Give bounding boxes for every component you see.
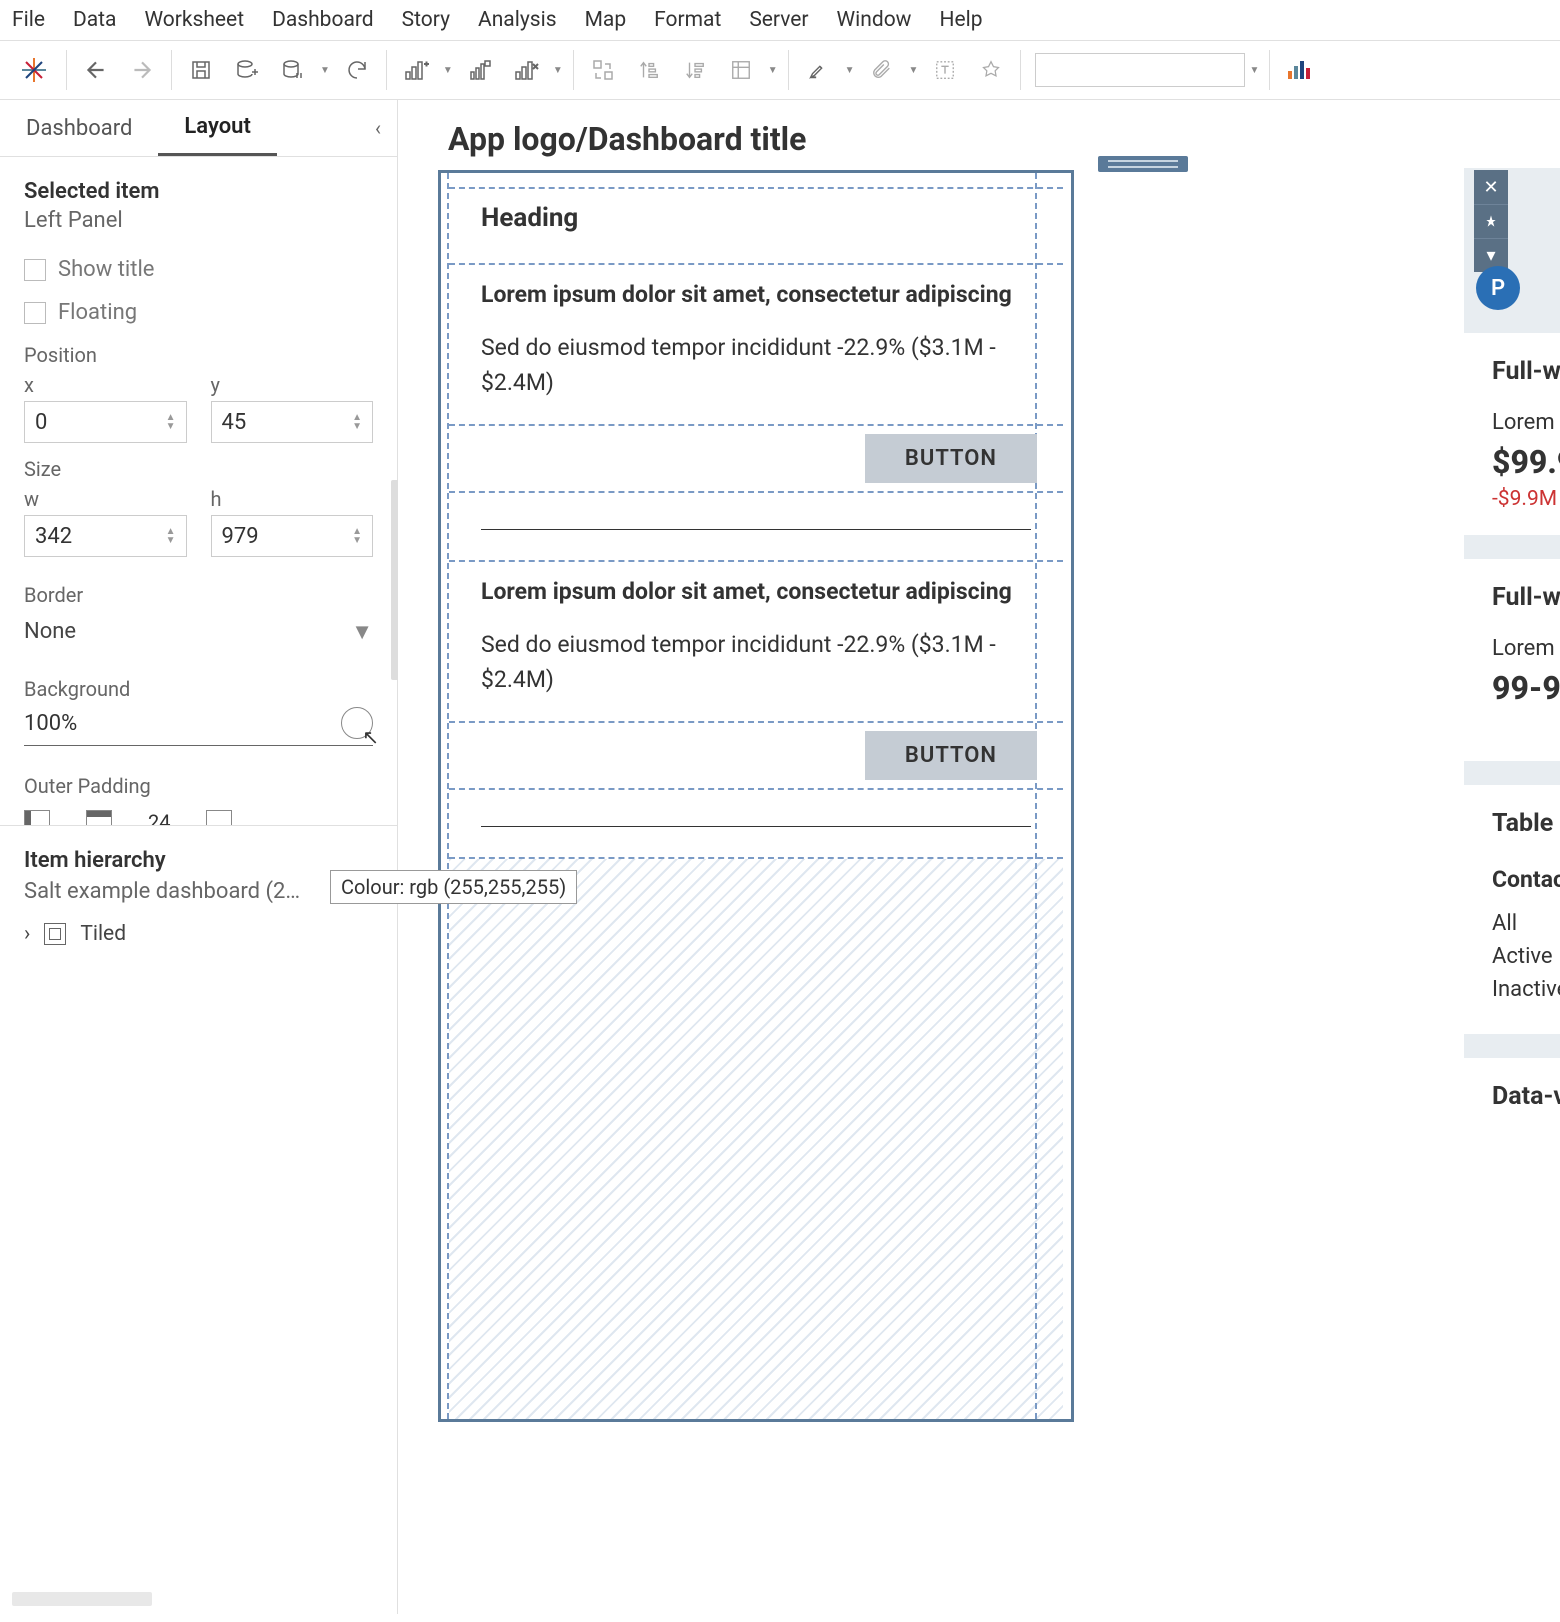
swap-button[interactable]: [580, 47, 626, 93]
card-body: Sed do eiusmod tempor incididunt -22.9% …: [481, 331, 1031, 400]
menu-window[interactable]: Window: [837, 8, 912, 32]
floating-checkbox[interactable]: Floating: [24, 300, 373, 325]
pad-top-icon: [86, 810, 112, 825]
pin-button[interactable]: [968, 47, 1014, 93]
donut-chart: 1,847: [1492, 1135, 1560, 1265]
card-title: Lorem ipsum dolor sit amet, consectetur …: [481, 576, 1031, 608]
caret-icon[interactable]: ▼: [905, 65, 923, 76]
table-row: All150: [1492, 911, 1560, 936]
menu-help[interactable]: Help: [939, 8, 982, 32]
refresh-button[interactable]: [334, 47, 380, 93]
caret-icon[interactable]: ▼: [549, 65, 567, 76]
menu-file[interactable]: File: [12, 8, 45, 32]
show-title-checkbox[interactable]: Show title: [24, 257, 373, 282]
position-label: Position: [24, 343, 373, 367]
duplicate-button[interactable]: [457, 47, 503, 93]
p-badge: P: [1476, 266, 1520, 310]
horizontal-scrollbar[interactable]: [12, 1592, 152, 1606]
table-row: Inactive0: [1492, 977, 1560, 1002]
menu-story[interactable]: Story: [402, 8, 450, 32]
caret-icon[interactable]: ▼: [764, 65, 782, 76]
selected-item-label: Selected item: [24, 179, 373, 204]
toolbar: ▼ ▼ ▼ ▼ ▼ ▼ ▼: [0, 40, 1560, 100]
caret-icon[interactable]: ▼: [841, 65, 859, 76]
selected-item-value: Left Panel: [24, 208, 373, 233]
x-input[interactable]: 0▲▼: [24, 401, 187, 443]
table-panel-title: Table: [1492, 809, 1560, 838]
caret-icon[interactable]: ▼: [439, 65, 457, 76]
selection-controls: ✕ ▾ P: [1462, 170, 1520, 310]
card-button[interactable]: BUTTON: [865, 434, 1037, 483]
table-row: Active140: [1492, 944, 1560, 969]
size-label: Size: [24, 457, 373, 481]
pad-left-icon: [24, 810, 50, 825]
y-input[interactable]: 45▲▼: [211, 401, 374, 443]
menu-bar: File Data Worksheet Dashboard Story Anal…: [0, 0, 1560, 40]
chevron-right-icon: ›: [24, 922, 30, 946]
tab-dashboard[interactable]: Dashboard: [0, 102, 158, 155]
text-button[interactable]: [922, 47, 968, 93]
outer-padding-control[interactable]: 0 0 24 0 ▼: [24, 810, 373, 825]
border-dropdown[interactable]: None▼: [24, 613, 373, 651]
tab-layout[interactable]: Layout: [158, 100, 276, 156]
close-icon[interactable]: ✕: [1474, 170, 1508, 204]
menu-format[interactable]: Format: [654, 8, 721, 32]
pin-icon[interactable]: [1474, 204, 1508, 238]
contacts-heading: Contacts: [1492, 866, 1560, 893]
sort-desc-button[interactable]: [672, 47, 718, 93]
side-panel: Dashboard Layout ‹ Selected item Left Pa…: [0, 100, 398, 1614]
menu-analysis[interactable]: Analysis: [478, 8, 557, 32]
totals-button[interactable]: [718, 47, 764, 93]
collapse-icon[interactable]: ‹: [375, 116, 381, 140]
metrics-panel-title: Full-width panel (metrics): [1492, 357, 1560, 386]
save-button[interactable]: [178, 47, 224, 93]
chart-title: Data-vis widget: [1492, 1082, 1560, 1111]
attach-button[interactable]: [859, 47, 905, 93]
sort-asc-button[interactable]: [626, 47, 672, 93]
menu-worksheet[interactable]: Worksheet: [144, 8, 244, 32]
card-button[interactable]: BUTTON: [865, 731, 1037, 780]
caret-icon[interactable]: ▼: [316, 65, 334, 76]
dashboard-title: App logo/Dashboard title: [448, 120, 1560, 158]
menu-map[interactable]: Map: [585, 8, 627, 32]
menu-dashboard[interactable]: Dashboard: [272, 8, 374, 32]
pad-bottom-icon: [206, 810, 232, 825]
forward-button[interactable]: [119, 47, 165, 93]
clear-button[interactable]: [503, 47, 549, 93]
h-input[interactable]: 979▲▼: [211, 515, 374, 557]
menu-data[interactable]: Data: [73, 8, 117, 32]
pause-data-button[interactable]: [270, 47, 316, 93]
tableau-logo-icon: [18, 54, 50, 86]
caret-icon[interactable]: ▼: [1245, 65, 1263, 76]
panel-heading: Heading: [481, 203, 1031, 233]
dashboard-canvas[interactable]: App logo/Dashboard title Heading Lorem i…: [398, 100, 1560, 1614]
color-tooltip: Colour: rgb (255,255,255): [330, 870, 577, 904]
metrics-panel-title: Full-width panel (metrics): [1492, 583, 1560, 612]
hierarchy-item-tiled[interactable]: › Tiled: [24, 922, 373, 946]
background-label: Background: [24, 677, 373, 701]
outer-padding-label: Outer Padding: [24, 774, 373, 798]
drag-handle[interactable]: [1098, 156, 1188, 172]
new-datasource-button[interactable]: [224, 47, 270, 93]
card-body: Sed do eiusmod tempor incididunt -22.9% …: [481, 628, 1031, 697]
empty-area: [449, 859, 1063, 1419]
highlight-button[interactable]: [795, 47, 841, 93]
menu-server[interactable]: Server: [749, 8, 808, 32]
selected-left-panel[interactable]: Heading Lorem ipsum dolor sit amet, cons…: [438, 170, 1074, 1422]
background-dropdown[interactable]: 100% ↖: [24, 707, 373, 746]
w-input[interactable]: 342▲▼: [24, 515, 187, 557]
back-button[interactable]: [73, 47, 119, 93]
new-worksheet-button[interactable]: [393, 47, 439, 93]
tiled-icon: [44, 923, 66, 945]
dashboard-preview: Dashboard descriptio Secondary text Full…: [1464, 168, 1560, 1289]
search-input[interactable]: [1035, 53, 1245, 87]
border-label: Border: [24, 583, 373, 607]
card-title: Lorem ipsum dolor sit amet, consectetur …: [481, 279, 1031, 311]
cursor-icon: ↖: [362, 725, 379, 749]
show-me-button[interactable]: [1276, 47, 1322, 93]
